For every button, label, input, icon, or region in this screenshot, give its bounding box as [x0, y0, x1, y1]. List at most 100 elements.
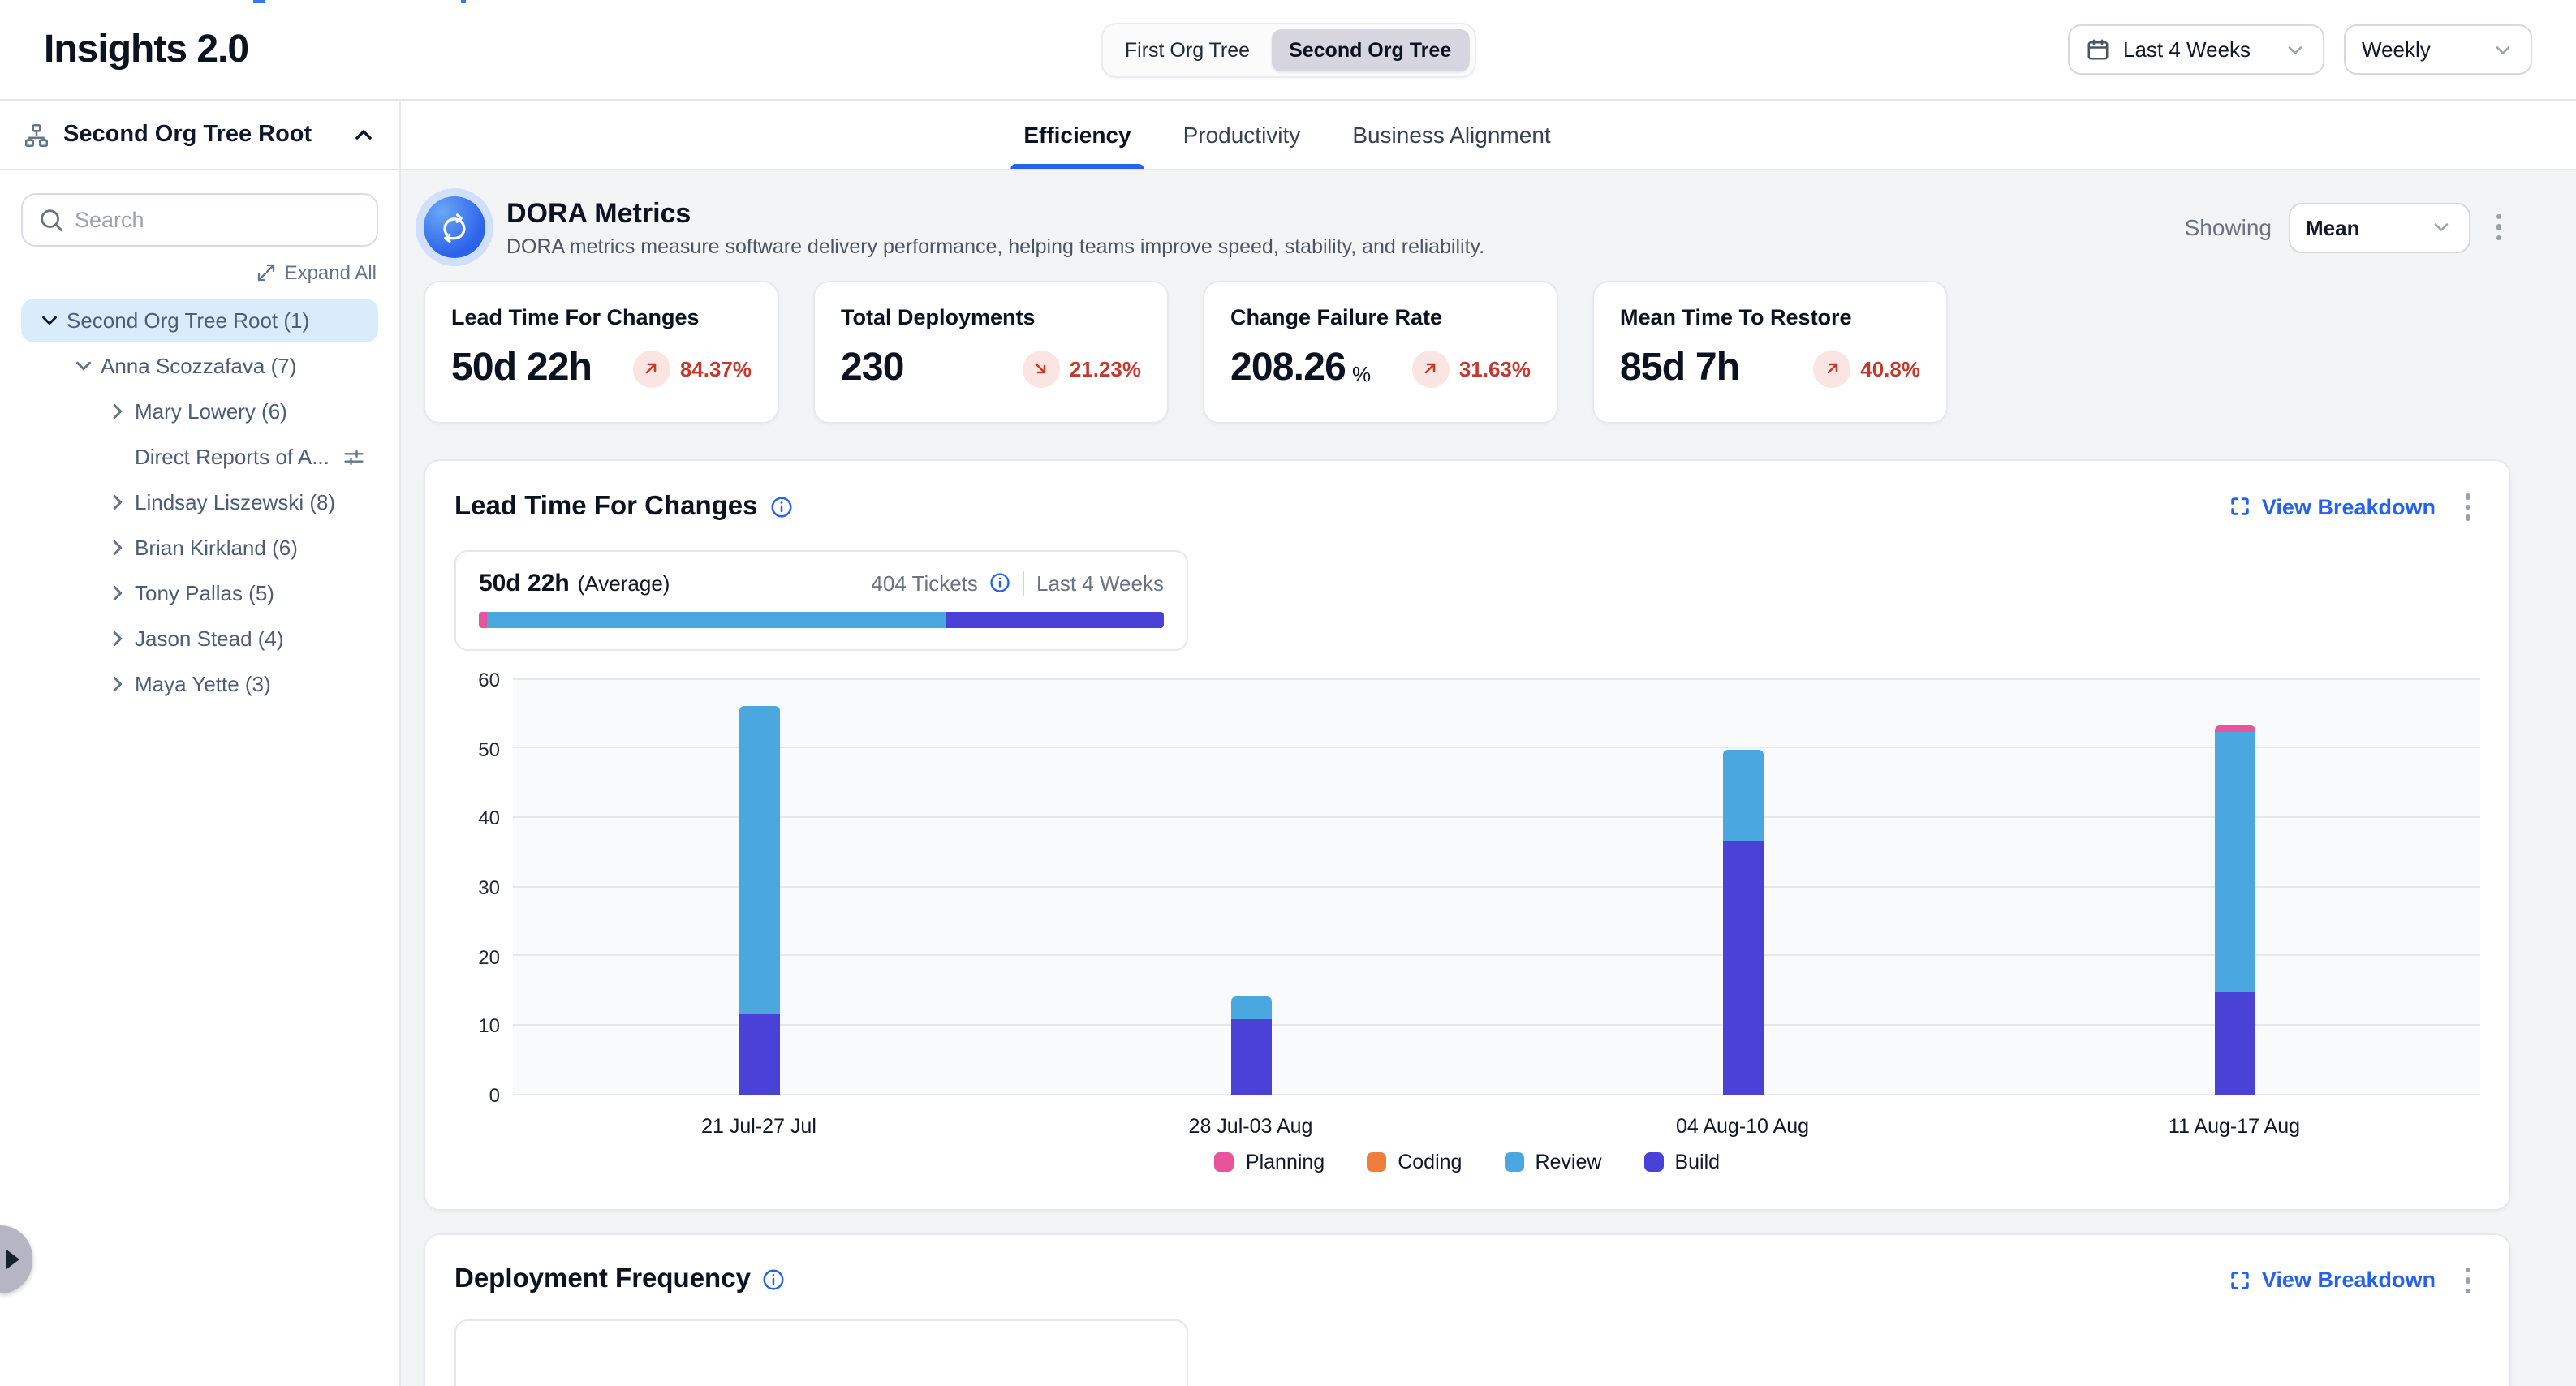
insights-app: Insights 2.0 First Org TreeSecond Org Tr…	[0, 0, 2576, 1386]
chevron-down-icon	[2429, 216, 2452, 239]
top-right-controls: Last 4 Weeks Weekly	[2068, 24, 2532, 75]
legend-item-planning[interactable]: Planning	[1215, 1150, 1325, 1173]
showing-label: Showing	[2185, 214, 2272, 240]
metric-delta-value: 40.8%	[1860, 356, 1920, 381]
metric-title: Lead Time For Changes	[451, 305, 752, 329]
dora-header: DORA Metrics DORA metrics measure softwa…	[424, 196, 2511, 258]
chevron-right-icon[interactable]	[106, 672, 135, 696]
arrow-up-right-icon	[1412, 350, 1450, 387]
bar-segment-planning[interactable]	[2214, 725, 2255, 732]
arrow-up-right-icon	[1813, 350, 1850, 387]
metric-delta-badge: 40.8%	[1813, 350, 1920, 387]
expand-all-label: Expand All	[285, 261, 377, 284]
tree-row[interactable]: Jason Stead (4)	[21, 617, 378, 661]
bar-segment-review[interactable]	[739, 706, 779, 1015]
legend-label: Coding	[1398, 1150, 1462, 1173]
chevron-down-icon[interactable]	[71, 354, 101, 378]
chevron-down-icon[interactable]	[37, 308, 67, 333]
bar-28-Jul-03-Aug[interactable]	[1230, 996, 1271, 1095]
phase-distribution-bar	[479, 611, 1164, 627]
metric-delta-badge: 84.37%	[633, 350, 752, 387]
tree-row[interactable]: Brian Kirkland (6)	[21, 526, 378, 570]
org-toggle-option[interactable]: Second Org Tree	[1271, 28, 1469, 71]
tree-row[interactable]: Direct Reports of A...	[21, 435, 378, 479]
chevron-down-icon	[2284, 38, 2307, 61]
org-toggle-option[interactable]: First Org Tree	[1107, 28, 1268, 71]
expand-arrows-icon	[257, 263, 277, 282]
metric-card[interactable]: Change Failure Rate208.26%31.63%	[1203, 281, 1558, 424]
chevron-right-icon[interactable]	[106, 536, 135, 560]
bar-04-Aug-10-Aug[interactable]	[1722, 750, 1763, 1095]
tab-productivity[interactable]: Productivity	[1180, 101, 1304, 169]
info-icon[interactable]	[989, 571, 1012, 594]
org-tree-icon	[23, 121, 50, 148]
tree-row[interactable]: Second Org Tree Root (1)	[21, 299, 378, 342]
metric-delta-value: 21.23%	[1070, 356, 1141, 381]
metric-value: 230	[841, 346, 904, 391]
sliders-icon[interactable]	[342, 446, 365, 468]
bar-segment-build[interactable]	[1722, 840, 1763, 1095]
content-scroll-area[interactable]: DORA Metrics DORA metrics measure softwa…	[401, 170, 2576, 1386]
metric-delta-value: 84.37%	[680, 356, 752, 381]
chevron-right-icon[interactable]	[106, 626, 135, 651]
search-input[interactable]	[21, 193, 378, 247]
tab-business-alignment[interactable]: Business Alignment	[1349, 101, 1553, 169]
page-title: Insights 2.0	[44, 27, 248, 72]
bar-11-Aug-17-Aug[interactable]	[2214, 725, 2255, 1095]
tree-row[interactable]: Tony Pallas (5)	[21, 571, 378, 615]
dora-menu-kebab-icon[interactable]	[2486, 208, 2511, 248]
bar-segment-build[interactable]	[739, 1015, 779, 1095]
aggregation-value: Mean	[2306, 215, 2416, 239]
bar-segment-review[interactable]	[1722, 750, 1763, 840]
x-tick-label: 28 Jul-03 Aug	[1189, 1114, 1313, 1137]
info-icon[interactable]	[769, 495, 794, 519]
legend-label: Planning	[1246, 1150, 1325, 1173]
expand-all-button[interactable]: Expand All	[23, 261, 377, 284]
legend-item-build[interactable]: Build	[1643, 1150, 1720, 1173]
calendar-icon	[2086, 37, 2110, 62]
tab-bar: Efficiency Productivity Business Alignment	[401, 101, 2576, 170]
tree-row[interactable]: Anna Scozzafava (7)	[21, 344, 378, 388]
y-tick-label: 10	[454, 1015, 500, 1038]
granularity-select[interactable]: Weekly	[2344, 24, 2532, 75]
tree-item-label: Tony Pallas (5)	[135, 581, 274, 605]
chart-x-axis: 21 Jul-27 Jul28 Jul-03 Aug04 Aug-10 Aug1…	[513, 1095, 2480, 1147]
section-menu-kebab-icon[interactable]	[2455, 1260, 2480, 1300]
chevron-right-icon[interactable]	[106, 490, 135, 514]
bar-segment-build[interactable]	[2214, 992, 2255, 1095]
bar-21-Jul-27-Jul[interactable]	[739, 706, 779, 1095]
y-tick-label: 30	[454, 876, 500, 899]
tree-row[interactable]: Mary Lowery (6)	[21, 390, 378, 433]
chevron-up-icon[interactable]	[351, 122, 377, 148]
bar-segment-review[interactable]	[2214, 732, 2255, 992]
tree-row[interactable]: Maya Yette (3)	[21, 662, 378, 706]
date-range-select[interactable]: Last 4 Weeks	[2068, 24, 2324, 75]
bar-segment-build[interactable]	[1230, 1019, 1271, 1095]
date-range-value: Last 4 Weeks	[2123, 37, 2271, 62]
legend-label: Review	[1535, 1150, 1601, 1173]
tab-efficiency[interactable]: Efficiency	[1020, 101, 1134, 169]
section-menu-kebab-icon[interactable]	[2455, 487, 2480, 527]
aggregation-select[interactable]: Mean	[2288, 202, 2470, 252]
metric-card[interactable]: Mean Time To Restore85d 7h40.8%	[1592, 281, 1948, 424]
info-icon[interactable]	[762, 1268, 786, 1293]
dora-text: DORA Metrics DORA metrics measure softwa…	[506, 197, 1484, 257]
bar-segment-review[interactable]	[1230, 996, 1271, 1019]
chevron-right-icon[interactable]	[106, 399, 135, 424]
metric-delta-badge: 21.23%	[1023, 350, 1141, 387]
sidebar-header[interactable]: Second Org Tree Root	[0, 101, 399, 170]
metric-card[interactable]: Total Deployments23021.23%	[813, 281, 1169, 424]
tree-item-label: Mary Lowery (6)	[135, 399, 287, 424]
chevron-right-icon[interactable]	[106, 581, 135, 605]
tree-row[interactable]: Lindsay Liszewski (8)	[21, 480, 378, 524]
dora-title: DORA Metrics	[506, 197, 1484, 230]
view-breakdown-button[interactable]: View Breakdown	[2229, 1268, 2436, 1293]
tree-item-label: Brian Kirkland (6)	[135, 536, 298, 560]
chart-plot-area: 0102030405060	[513, 679, 2480, 1095]
view-breakdown-button[interactable]: View Breakdown	[2229, 495, 2436, 519]
legend-item-review[interactable]: Review	[1504, 1150, 1601, 1173]
legend-swatch	[1215, 1151, 1234, 1171]
metric-card[interactable]: Lead Time For Changes50d 22h84.37%	[424, 281, 779, 424]
arrow-up-right-icon	[633, 350, 670, 387]
legend-item-coding[interactable]: Coding	[1367, 1150, 1462, 1173]
